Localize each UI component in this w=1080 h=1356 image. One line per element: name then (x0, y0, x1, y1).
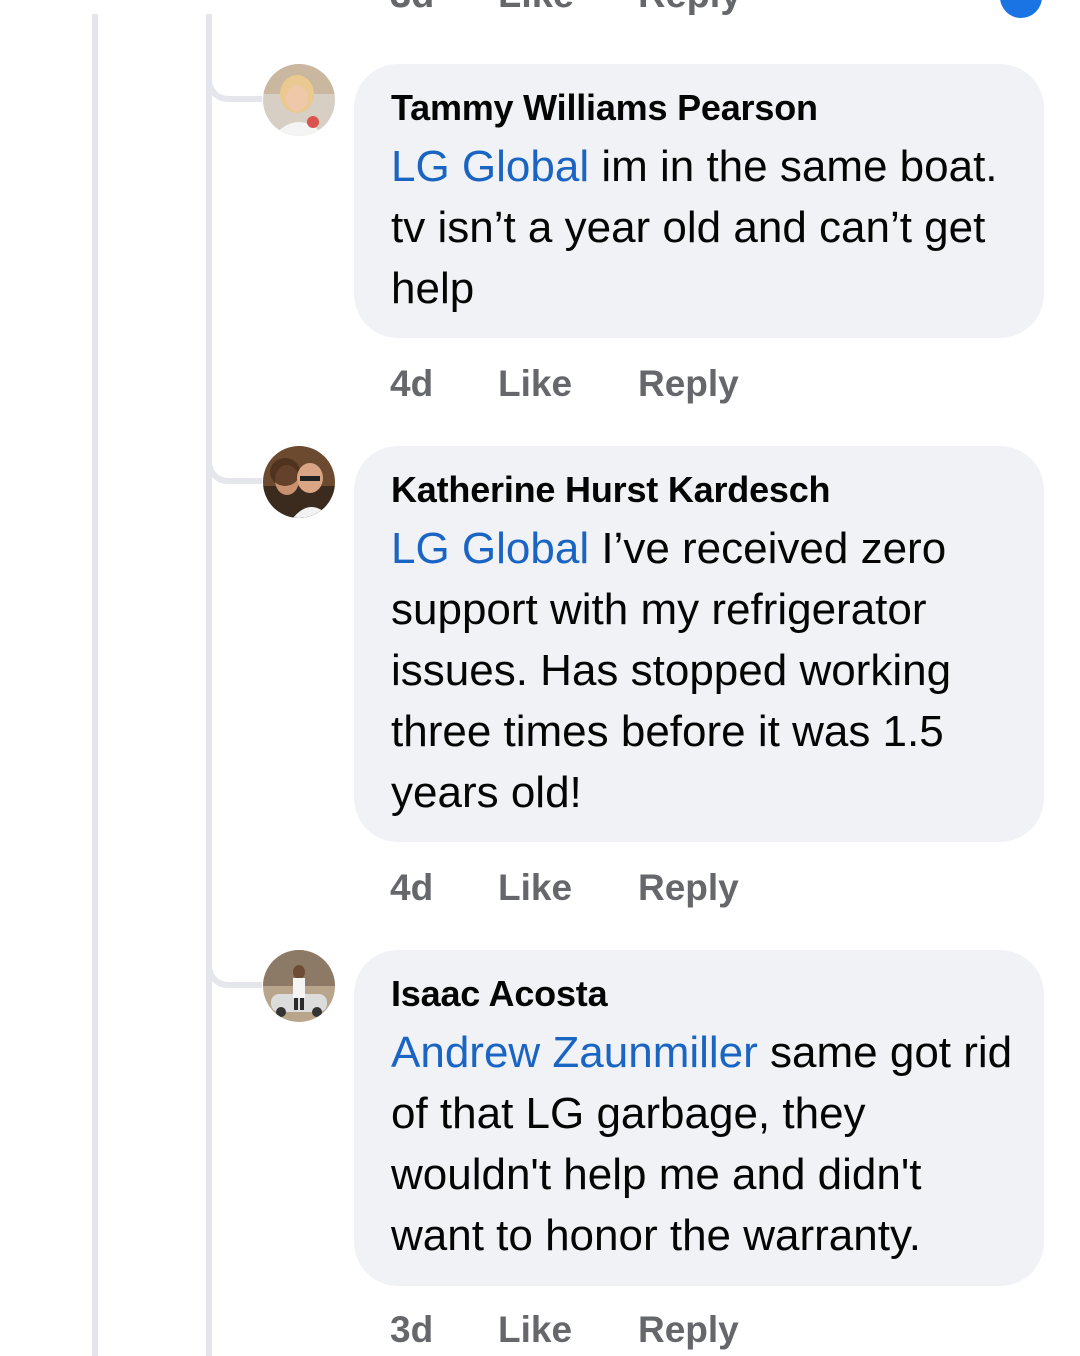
reaction-icon[interactable] (1000, 0, 1042, 18)
previous-comment-actions: 3dLikeReply (390, 0, 741, 17)
comment-actions: 4d Like Reply (390, 864, 739, 912)
comment-time[interactable]: 3d (390, 1306, 498, 1354)
comment-author[interactable]: Katherine Hurst Kardesch (391, 464, 1020, 516)
like-button[interactable]: Like (498, 864, 638, 912)
comment-text: LG Global im in the same boat. tv isn’t … (391, 136, 1020, 319)
comment-thread: 3dLikeReply Tammy Williams Pearson LG Gl… (0, 0, 1080, 1356)
like-button[interactable]: Like (498, 1306, 638, 1354)
comment-time[interactable]: 4d (390, 360, 498, 408)
mention-link[interactable]: Andrew Zaunmiller (391, 1028, 758, 1077)
comment-bubble: Tammy Williams Pearson LG Global im in t… (354, 64, 1044, 338)
comment-author[interactable]: Tammy Williams Pearson (391, 82, 1020, 134)
comment-author[interactable]: Isaac Acosta (391, 968, 1020, 1020)
avatar[interactable] (263, 446, 335, 518)
avatar-isaac-image (263, 950, 335, 1022)
avatar[interactable] (263, 950, 335, 1022)
like-button[interactable]: Like (498, 360, 638, 408)
previous-comment-time: 3d (390, 0, 498, 17)
comment-time[interactable]: 4d (390, 864, 498, 912)
previous-comment-reply-button[interactable]: Reply (638, 0, 741, 17)
reply-connector (206, 78, 262, 102)
comment-actions: 3d Like Reply (390, 1306, 739, 1354)
thread-line-outer (92, 14, 98, 1356)
avatar-tammy-image (263, 64, 335, 136)
mention-link[interactable]: LG Global (391, 142, 589, 191)
comment-actions: 4d Like Reply (390, 360, 739, 408)
mention-link[interactable]: LG Global (391, 524, 589, 573)
reply-connector (206, 460, 262, 484)
comment-bubble: Katherine Hurst Kardesch LG Global I’ve … (354, 446, 1044, 842)
avatar[interactable] (263, 64, 335, 136)
comment-text: Andrew Zaunmiller same got rid of that L… (391, 1022, 1020, 1266)
reply-button[interactable]: Reply (638, 864, 739, 912)
comment-text: LG Global I’ve received zero support wit… (391, 518, 1020, 823)
thread-line-inner (206, 14, 212, 1356)
comment-bubble: Isaac Acosta Andrew Zaunmiller same got … (354, 950, 1044, 1286)
reply-connector (206, 964, 262, 988)
reply-button[interactable]: Reply (638, 1306, 739, 1354)
previous-comment-like-button[interactable]: Like (498, 0, 638, 17)
reply-button[interactable]: Reply (638, 360, 739, 408)
avatar-katherine-image (263, 446, 335, 518)
